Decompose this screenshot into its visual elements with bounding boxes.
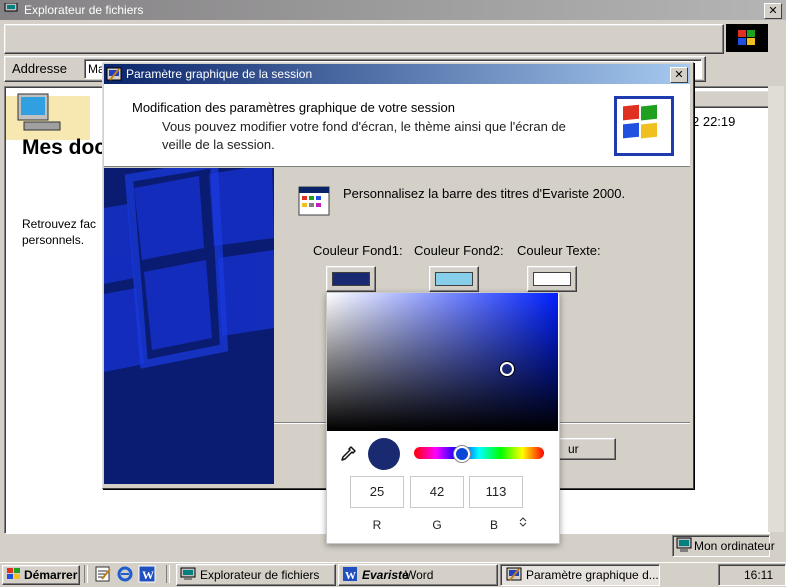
explorer-icon — [180, 567, 196, 580]
taskbar-separator — [166, 565, 170, 583]
hue-slider-thumb[interactable] — [454, 446, 470, 462]
explorer-close-button[interactable]: ✕ — [764, 3, 782, 19]
titlebar-customize-icon — [298, 186, 330, 216]
task-word-label: Word — [405, 568, 434, 582]
settings-icon — [106, 67, 122, 81]
internet-explorer-icon[interactable] — [116, 565, 134, 583]
folder-description: Retrouvez fac personnels. — [22, 217, 97, 247]
folder-title: Mes documents — [22, 136, 102, 159]
eyedropper-icon[interactable] — [340, 446, 356, 462]
svg-text:W: W — [345, 570, 356, 581]
hue-slider[interactable] — [414, 447, 544, 459]
dialog-title: Paramètre graphique de la session — [126, 67, 313, 81]
red-label: R — [372, 518, 382, 532]
dialog-button-label: ur — [568, 442, 579, 456]
saturation-value-area[interactable] — [327, 293, 558, 431]
clock[interactable]: 16:11 — [744, 568, 773, 582]
address-label: Addresse — [12, 61, 67, 76]
settings-icon — [506, 567, 522, 581]
svg-text:W: W — [142, 568, 154, 582]
explorer-scrollbar[interactable] — [768, 86, 784, 532]
blue-input[interactable]: 113 — [469, 476, 523, 508]
taskbar-separator — [84, 565, 88, 583]
notepad-icon[interactable] — [94, 565, 112, 583]
background1-color-swatch — [332, 272, 370, 286]
blue-label: B — [489, 518, 498, 532]
computer-icon — [676, 537, 692, 552]
start-label: Démarrer — [24, 568, 78, 582]
task-explorer-label: Explorateur de fichiers — [200, 568, 320, 582]
dialog-side-banner — [104, 168, 274, 484]
green-input[interactable]: 42 — [410, 476, 464, 508]
my-documents-icon — [6, 93, 90, 140]
dialog-close-button[interactable]: ✕ — [670, 67, 688, 83]
dialog-button[interactable] — [554, 438, 616, 460]
text-color-swatch — [533, 272, 571, 286]
modified-date: 2 22:19 — [692, 114, 736, 129]
dialog-header-title: Modification des paramètres graphique de… — [132, 100, 456, 115]
start-logo-icon — [7, 568, 20, 579]
explorer-title: Explorateur de fichiers — [24, 3, 144, 17]
format-toggle-icon[interactable] — [519, 517, 527, 530]
computer-icon — [4, 3, 18, 14]
dialog-header-subtitle: Vous pouvez modifier votre fond d'écran,… — [162, 119, 566, 152]
task-word-label-prefix: Evariste — [362, 568, 409, 582]
word-icon: W — [343, 567, 357, 581]
color-preview — [368, 438, 400, 470]
text-color-button[interactable] — [527, 266, 577, 292]
background1-color-label: Couleur Fond1: — [313, 243, 403, 258]
customize-description: Personnalisez la barre des titres d'Evar… — [343, 186, 626, 201]
background2-color-button[interactable] — [429, 266, 479, 292]
red-input[interactable]: 25 — [350, 476, 404, 508]
column-header[interactable] — [692, 90, 770, 108]
task-settings-label: Paramètre graphique d... — [526, 568, 659, 582]
windows-logo-icon — [726, 24, 768, 52]
explorer-toolbar — [4, 24, 724, 54]
background2-color-label: Couleur Fond2: — [414, 243, 504, 258]
status-location: Mon ordinateur — [694, 539, 775, 553]
color-cursor[interactable] — [500, 362, 514, 376]
green-label: G — [432, 518, 442, 532]
word-icon[interactable]: W — [138, 565, 156, 583]
text-color-label: Couleur Texte: — [517, 243, 601, 258]
background2-color-swatch — [435, 272, 473, 286]
background1-color-button[interactable] — [326, 266, 376, 292]
windows-logo-icon — [614, 96, 674, 156]
